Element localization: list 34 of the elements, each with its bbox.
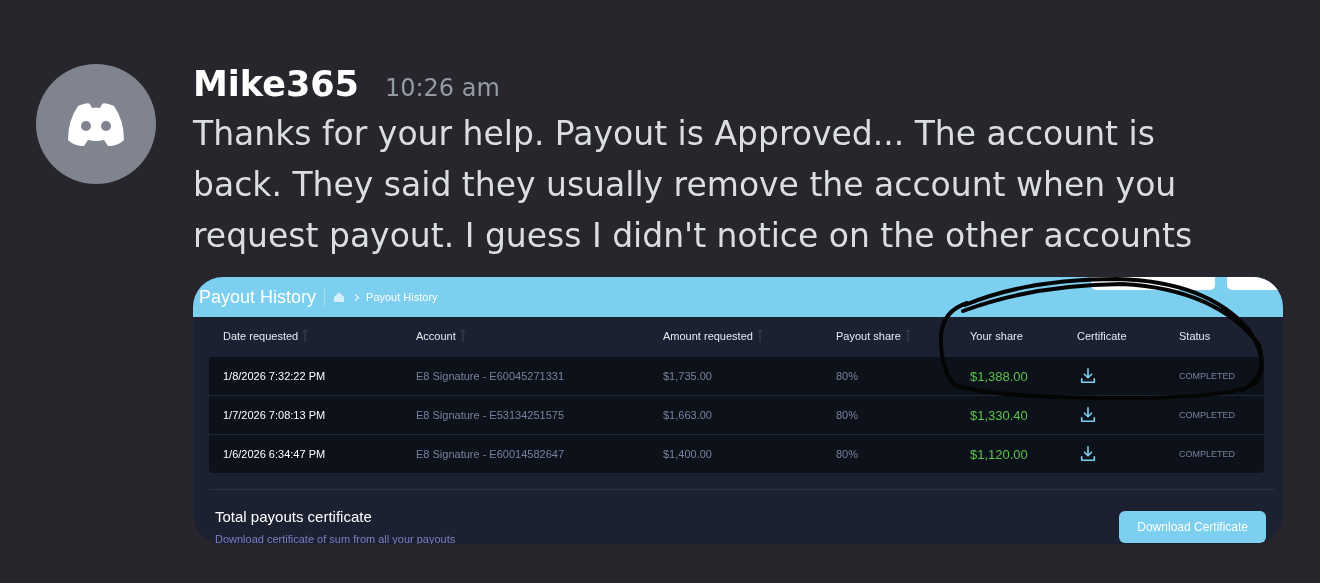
table-cell-text: E8 Signature - E60014582647 bbox=[416, 448, 565, 460]
status-label: COMPLETED bbox=[1179, 410, 1236, 420]
download-icon[interactable] bbox=[1079, 445, 1097, 463]
message-text: Thanks for your help. Payout is Approved... The account is back. They said they usually remove the account when you request payout. I guess I didn't notice on the other accounts bbox=[193, 113, 1194, 257]
column-header[interactable]: Your share bbox=[970, 330, 1023, 342]
download-icon[interactable] bbox=[1079, 367, 1097, 385]
column-header[interactable]: Date requested bbox=[223, 330, 299, 342]
table-cell-text: 1/7/2026 7:08:13 PM bbox=[223, 409, 327, 421]
page-title: Payout History bbox=[199, 286, 317, 308]
status-label: COMPLETED bbox=[1179, 449, 1236, 459]
table-cell-text: 1/8/2026 7:32:22 PM bbox=[223, 370, 327, 382]
column-header[interactable]: Certificate bbox=[1077, 330, 1127, 342]
attached-screenshot[interactable] bbox=[193, 277, 1283, 544]
column-header[interactable]: Payout share bbox=[836, 330, 901, 342]
section-title: Total payouts certificate bbox=[215, 508, 373, 525]
table-cell-text: 80% bbox=[836, 448, 860, 460]
table-cell-text: 80% bbox=[836, 409, 860, 421]
author-name[interactable]: Mike365 bbox=[193, 64, 359, 104]
table-cell-text: $1,663.00 bbox=[663, 409, 713, 421]
timestamp: 10:26 am bbox=[384, 74, 500, 102]
table-cell-text: $1,330.40 bbox=[970, 407, 1029, 423]
column-header[interactable]: Account bbox=[416, 330, 456, 342]
column-header[interactable]: Amount requested bbox=[663, 330, 753, 342]
column-header[interactable]: Status bbox=[1179, 330, 1211, 342]
table-cell-text: $1,388.00 bbox=[970, 368, 1029, 384]
table-cell-text: 80% bbox=[836, 370, 860, 382]
table-cell-text: $1,120.00 bbox=[970, 446, 1029, 462]
table-cell-text: $1,735.00 bbox=[663, 370, 713, 382]
table-cell-text: E8 Signature - E53134251575 bbox=[416, 409, 565, 421]
table-cell-text: 1/6/2026 6:34:47 PM bbox=[223, 448, 327, 460]
download-icon[interactable] bbox=[1079, 406, 1097, 424]
table-cell-text: $1,400.00 bbox=[663, 448, 713, 460]
table-cell-text: E8 Signature - E60045271331 bbox=[416, 370, 565, 382]
status-label: COMPLETED bbox=[1179, 371, 1236, 381]
